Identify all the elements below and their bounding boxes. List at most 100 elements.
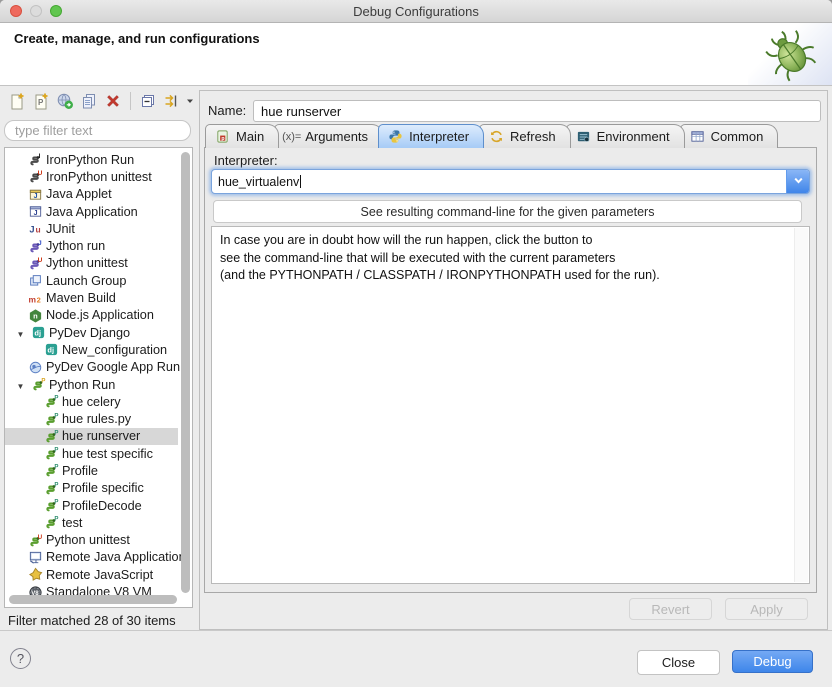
chevron-down-icon	[793, 174, 804, 189]
ironpython-run-icon: I	[27, 152, 43, 168]
delete-icon	[104, 92, 122, 110]
tree-item[interactable]: JuJUnit	[5, 220, 178, 237]
tree-item-label: Profile specific	[62, 481, 144, 495]
svg-text:P: P	[38, 98, 44, 107]
tree-item[interactable]: Phue test specific	[5, 445, 178, 462]
tree-item[interactable]: PProfileDecode	[5, 497, 178, 514]
configurations-pane: P IIronPython RunUIronPython unittestJJa…	[4, 88, 196, 630]
tree-item[interactable]: Remote JavaScript	[5, 566, 178, 583]
pydev-gae-icon	[27, 359, 43, 375]
tree-item[interactable]: nNode.js Application	[5, 307, 178, 324]
svg-text:P: P	[54, 481, 58, 488]
info-text: In case you are in doubt how will the ru…	[220, 232, 787, 285]
filter-menu-arrow[interactable]	[185, 90, 195, 112]
debug-configurations-dialog: Debug Configurations Create, manage, and…	[0, 0, 832, 687]
tab-label: Arguments	[305, 129, 368, 144]
help-button[interactable]: ?	[10, 648, 31, 669]
info-panel: In case you are in doubt how will the ru…	[211, 226, 810, 584]
caret-down-icon[interactable]	[14, 378, 27, 392]
tree-item[interactable]: m2Maven Build	[5, 289, 178, 306]
new-configuration-button[interactable]	[6, 90, 28, 112]
new-prototype-button[interactable]: P	[30, 90, 52, 112]
tree-item[interactable]: PProfile	[5, 462, 178, 479]
close-button[interactable]: Close	[637, 650, 720, 675]
tree-item-label: Remote Java Application	[46, 550, 186, 564]
apply-button[interactable]: Apply	[725, 598, 808, 620]
minimize-window-button[interactable]	[30, 5, 42, 17]
debug-button[interactable]: Debug	[732, 650, 813, 673]
tree-item[interactable]: djNew_configuration	[5, 341, 178, 358]
svg-text:dj: dj	[47, 346, 54, 355]
svg-text:P: P	[54, 516, 58, 523]
svg-text:u: u	[35, 225, 40, 235]
tree-item-label: Remote JavaScript	[46, 568, 153, 582]
tab-interpreter[interactable]: Interpreter	[378, 124, 484, 148]
horizontal-scrollbar[interactable]	[9, 595, 177, 604]
tab-common[interactable]: Common	[680, 124, 779, 148]
combo-dropdown-button[interactable]	[786, 170, 809, 193]
tree-item[interactable]: UJython unittest	[5, 255, 178, 272]
filter-match-status: Filter matched 28 of 30 items	[8, 613, 176, 628]
name-input[interactable]	[253, 100, 821, 122]
tree-item[interactable]: JJython run	[5, 237, 178, 254]
tab-main[interactable]: pMain	[205, 124, 279, 148]
revert-button[interactable]: Revert	[629, 598, 712, 620]
tree-item-label: IronPython unittest	[46, 170, 152, 184]
close-window-button[interactable]	[10, 5, 22, 17]
see-command-line-button[interactable]: See resulting command-line for the given…	[213, 200, 802, 223]
python-config-icon: P	[43, 515, 59, 531]
tab-refresh[interactable]: Refresh	[479, 124, 571, 148]
tree-item[interactable]: J Java Application	[5, 203, 178, 220]
junit-icon: Ju	[27, 221, 43, 237]
export-configurations-button[interactable]	[54, 90, 76, 112]
info-scrollbar-track[interactable]	[794, 228, 808, 582]
zoom-window-button[interactable]	[50, 5, 62, 17]
tab-arguments[interactable]: (x)= Arguments	[274, 124, 383, 148]
tree-item-label: Java Application	[46, 205, 138, 219]
arguments-icon: (x)=	[283, 129, 300, 145]
pydev-django-icon: dj	[43, 342, 59, 358]
collapse-all-icon	[139, 92, 157, 110]
svg-text:P: P	[54, 412, 58, 419]
tree-item[interactable]: Ptest	[5, 514, 178, 531]
new-prototype-icon: P	[32, 92, 50, 110]
ironpython-unittest-icon: U	[27, 169, 43, 185]
maven-build-icon: m2	[27, 290, 43, 306]
tree-item[interactable]: Launch Group	[5, 272, 178, 289]
pydev-django-icon: dj	[30, 325, 46, 341]
dialog-header-title: Create, manage, and run configurations	[14, 31, 260, 46]
export-icon	[56, 92, 74, 110]
python-config-icon: P	[43, 394, 59, 410]
tree-item[interactable]: UIronPython unittest	[5, 168, 178, 185]
duplicate-button[interactable]	[78, 90, 100, 112]
tree-item-label: hue rules.py	[62, 412, 131, 426]
svg-text:J: J	[33, 210, 37, 217]
tree-item[interactable]: Phue celery	[5, 393, 178, 410]
interpreter-combo[interactable]: hue_virtualenv	[211, 169, 810, 194]
tab-environment[interactable]: Environment	[566, 124, 685, 148]
java-applet-icon: J	[27, 186, 43, 202]
tree-item[interactable]: djPyDev Django	[5, 324, 178, 341]
tree-item[interactable]: Remote Java Application	[5, 549, 178, 566]
filter-input[interactable]	[4, 120, 191, 141]
svg-text:U: U	[37, 257, 42, 264]
python-config-icon: P	[43, 480, 59, 496]
svg-text:dj: dj	[34, 329, 41, 338]
python-run-icon: P	[30, 377, 46, 393]
tree-item[interactable]: Phue runserver	[5, 428, 178, 445]
tree-item[interactable]: UPython unittest	[5, 532, 178, 549]
tree-item[interactable]: JJava Applet	[5, 186, 178, 203]
delete-button[interactable]	[102, 90, 124, 112]
tree-item[interactable]: Phue rules.py	[5, 410, 178, 427]
tree-item[interactable]: P Profile specific	[5, 480, 178, 497]
tree-item[interactable]: PyDev Google App Run	[5, 359, 178, 376]
tab-bar: pMain(x)= Arguments Interpreter Refresh Envi…	[205, 124, 773, 148]
vertical-scrollbar[interactable]	[181, 152, 190, 593]
filter-button[interactable]	[161, 90, 183, 112]
tree-item[interactable]: PPython Run	[5, 376, 178, 393]
tab-label: Refresh	[510, 129, 556, 144]
caret-down-icon[interactable]	[14, 326, 27, 340]
collapse-all-button[interactable]	[137, 90, 159, 112]
tree-item[interactable]: IIronPython Run	[5, 151, 178, 168]
configurations-toolbar: P	[6, 88, 195, 114]
